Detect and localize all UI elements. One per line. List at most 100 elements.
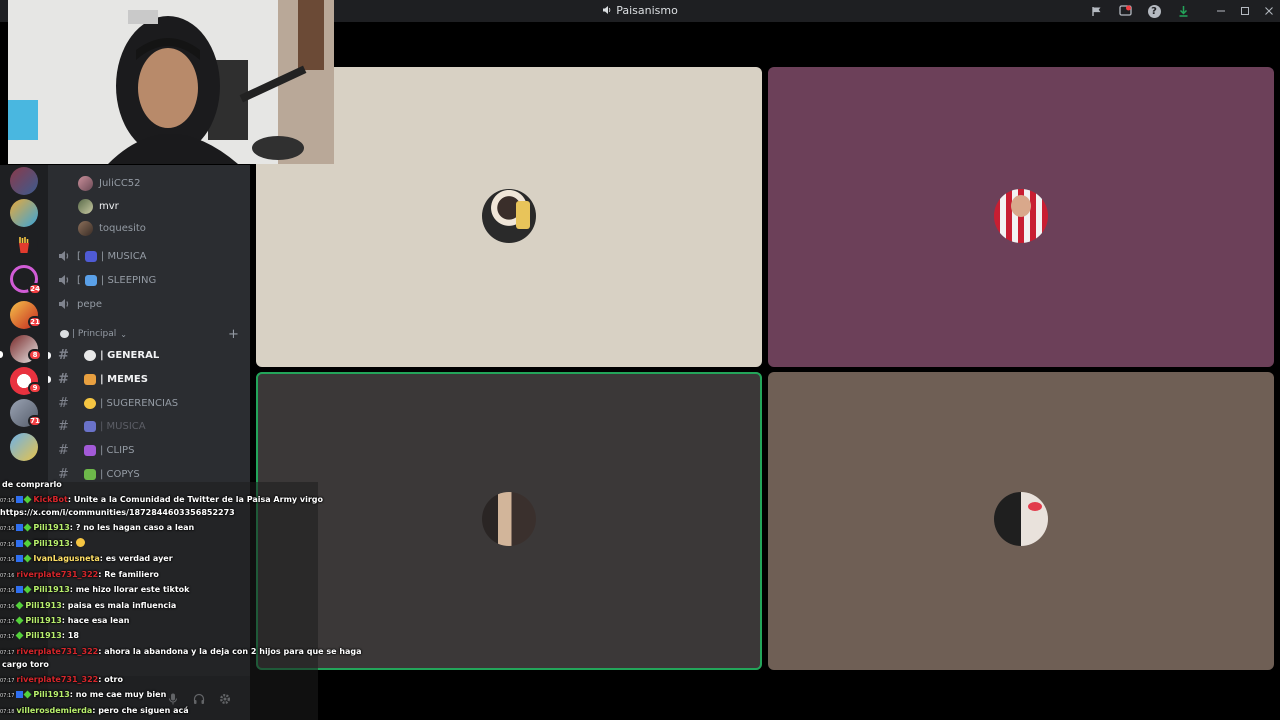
fries-icon[interactable] [10, 231, 38, 259]
badge-icon [16, 524, 24, 531]
download-icon[interactable] [1175, 3, 1191, 19]
participant-avatar [994, 189, 1048, 243]
chat-username: riverplate731_322 [16, 570, 99, 579]
badge-icon [16, 555, 24, 562]
participant-avatar [994, 492, 1048, 546]
chat-username: Pili1913 [25, 601, 62, 610]
chat-message: : Re familiero [98, 570, 159, 579]
hash-icon: # [58, 442, 69, 458]
hash-icon: # [58, 371, 69, 387]
text-channel-clips[interactable]: # | CLIPS [58, 440, 134, 460]
chat-time: 07:16 [0, 557, 15, 563]
channel-label: | SUGERENCIAS [100, 397, 179, 409]
help-icon[interactable]: ? [1146, 3, 1162, 19]
text-channel-musica[interactable]: # | MUSICA [58, 416, 146, 436]
participant-avatar [482, 492, 536, 546]
unread-badge: 21 [28, 316, 42, 328]
chat-line: 07:17 Pili1913: hace esa lean [0, 614, 129, 628]
chat-time: 07:17 [0, 619, 15, 625]
close-icon[interactable] [1261, 3, 1277, 19]
chat-username: riverplate731_322 [16, 675, 99, 684]
unread-badge: 8 [28, 349, 42, 361]
emoji-icon [75, 538, 85, 547]
avatar [78, 198, 93, 214]
sleep-icon [84, 274, 97, 286]
participant-tile[interactable] [768, 67, 1274, 367]
text-channel-general[interactable]: # | GENERAL [58, 345, 159, 365]
speaker-icon [59, 299, 69, 309]
voice-user-name: toquesito [99, 222, 146, 234]
chat-username: villerosdemierda [16, 706, 93, 715]
chat-time: 07:16 [0, 498, 15, 504]
badge-icon [23, 554, 32, 563]
music-note-icon [84, 420, 96, 432]
chat-line: https://x.com/i/communities/187284460335… [0, 506, 235, 520]
chat-time: 07:17 [0, 693, 15, 699]
voice-channel-sleeping[interactable]: [| SLEEPING [58, 270, 156, 290]
unread-pill [48, 352, 51, 359]
badge-icon [23, 539, 32, 548]
server-icon[interactable] [10, 433, 38, 461]
webcam-overlay [8, 0, 334, 164]
chat-username: riverplate731_322 [16, 647, 99, 656]
participant-tile[interactable] [768, 372, 1274, 670]
inbox-icon[interactable] [1117, 3, 1133, 19]
text-channel-sugerencias[interactable]: # | SUGERENCIAS [58, 393, 178, 413]
cat-icon [84, 373, 96, 385]
face-icon [84, 397, 96, 409]
speech-bubble-icon [84, 349, 96, 361]
minimize-icon[interactable] [1213, 3, 1229, 19]
voice-channel-pepe[interactable]: pepe [58, 294, 102, 314]
participant-tile-speaking[interactable] [256, 372, 762, 670]
voice-channel-musica[interactable]: [| MUSICA [58, 246, 147, 266]
add-channel-icon[interactable]: + [228, 327, 239, 342]
avatar [78, 175, 93, 191]
chat-username: Pili1913 [33, 585, 70, 594]
avatar [78, 220, 93, 236]
voice-user-name: JuliCC52 [99, 177, 141, 189]
badge-icon [15, 616, 24, 625]
channel-label: | MUSICA [100, 420, 146, 432]
maximize-icon[interactable] [1237, 3, 1253, 19]
chat-message: https://x.com/i/communities/187284460335… [0, 508, 235, 517]
avatar-detail [1011, 195, 1031, 217]
server-icon[interactable] [10, 167, 38, 195]
speaker-icon [59, 275, 69, 285]
chat-line: 07:16 Pili1913: [0, 537, 85, 551]
chat-line: 07:17 riverplate731_322: otro [0, 673, 123, 687]
badge-icon [23, 585, 32, 594]
chat-username: KickBot [33, 495, 68, 504]
flag-icon[interactable] [1088, 3, 1104, 19]
speaker-icon [603, 6, 611, 14]
voice-user[interactable]: JuliCC52 [78, 173, 141, 193]
chat-line: 07:16 IvanLagusneta: es verdad ayer [0, 552, 173, 566]
chat-username: IvanLagusneta [33, 554, 100, 563]
channel-label: | MEMES [100, 373, 148, 385]
chat-time: 07:16 [0, 542, 15, 548]
hash-icon: # [58, 347, 69, 363]
participant-avatar [482, 189, 536, 243]
chat-message: : [69, 539, 73, 548]
chat-username: Pili1913 [25, 631, 62, 640]
voice-user[interactable]: toquesito [78, 218, 146, 238]
text-channel-memes[interactable]: # | MEMES [58, 369, 148, 389]
chat-line: 07:16 Pili1913: paisa es mala influencia [0, 599, 176, 613]
chat-message: : otro [98, 675, 123, 684]
chat-line: 07:16 KickBot: Unite a la Comunidad de Tw… [0, 493, 323, 507]
window-title-text: Paisanismo [616, 4, 678, 17]
badge-icon [16, 540, 24, 547]
server-icon[interactable] [10, 199, 38, 227]
voice-user[interactable]: mvr [78, 196, 119, 216]
voice-user-name: mvr [99, 200, 119, 212]
channel-label: | SLEEPING [100, 274, 157, 286]
clips-icon [84, 444, 96, 456]
channel-label: pepe [77, 298, 102, 310]
chat-time: 07:17 [0, 678, 15, 684]
avatar-detail [1028, 502, 1042, 511]
chat-line: 07:17 riverplate731_322: ahora la abandon… [0, 645, 362, 659]
hash-icon: # [58, 395, 69, 411]
badge-icon [16, 691, 24, 698]
category-principal[interactable]: | Principal ⌄ [60, 329, 127, 339]
chat-time: 07:16 [0, 604, 15, 610]
chat-line: 07:16 Pili1913: ? no les hagan caso a lea… [0, 521, 194, 535]
